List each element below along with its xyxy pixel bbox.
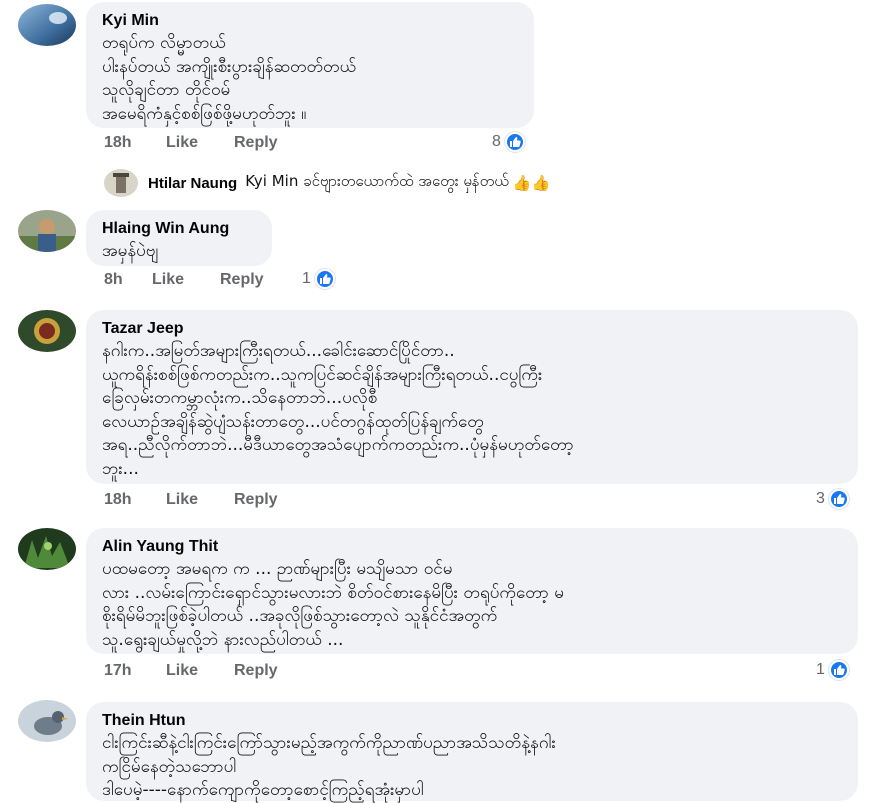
reaction-count[interactable]: 8 <box>492 132 525 152</box>
avatar[interactable] <box>18 210 76 252</box>
like-icon <box>504 132 525 152</box>
comment-author[interactable]: Kyi Min <box>102 10 518 32</box>
comment-author[interactable]: Hlaing Win Aung <box>102 218 256 240</box>
reaction-number: 1 <box>816 661 825 678</box>
comment-author[interactable]: Tazar Jeep <box>102 318 842 340</box>
like-icon <box>828 660 849 680</box>
comment-bubble: Thein Htun ငါးကြင်းဆီနဲ့ငါးကြင်းကြော်သွာ… <box>86 702 858 801</box>
like-button[interactable]: Like <box>166 134 198 152</box>
reaction-count[interactable]: 3 <box>816 489 849 509</box>
avatar[interactable] <box>104 169 138 197</box>
avatar[interactable] <box>18 528 76 570</box>
reply-author[interactable]: Htilar Naung <box>148 175 237 192</box>
comment-bubble: Tazar Jeep နဂါးက..အမြတ်အများကြီးရတယ်...ခ… <box>86 310 858 484</box>
reaction-count[interactable]: 1 <box>302 269 335 289</box>
comment-time[interactable]: 18h <box>104 491 132 509</box>
reaction-number: 3 <box>816 490 825 507</box>
comment-bubble: Kyi Min တရုပ်က လိမ္မာတယ် ပါးနပ်တယ် အကျို… <box>86 2 534 128</box>
reply-text: Kyi Min ခင်ဗျားတယောက်ထဲ အတွေး မှန်တယ် <box>245 172 509 190</box>
comment-time[interactable]: 8h <box>104 271 123 289</box>
reaction-number: 8 <box>492 133 501 150</box>
comment-bubble: Alin Yaung Thit ပထမတော့ အမရက က ... ဉာဏ်မ… <box>86 528 858 654</box>
comment-author[interactable]: Alin Yaung Thit <box>102 536 842 558</box>
like-button[interactable]: Like <box>166 491 198 509</box>
comment-author[interactable]: Thein Htun <box>102 710 842 732</box>
reply-comment: Htilar Naung Kyi Min ခင်ဗျားတယောက်ထဲ အတွ… <box>104 168 550 198</box>
reply-button[interactable]: Reply <box>234 134 278 152</box>
comment-text: ပထမတော့ အမရက က ... ဉာဏ်များပြီး မသျိမသာ … <box>102 559 564 650</box>
like-button[interactable]: Like <box>152 271 184 289</box>
reply-button[interactable]: Reply <box>220 271 264 289</box>
avatar[interactable] <box>18 4 76 46</box>
reply-button[interactable]: Reply <box>234 662 278 680</box>
like-icon <box>828 489 849 509</box>
comment-text: နဂါးက..အမြတ်အများကြီးရတယ်...ခေါင်းဆောင်ပ… <box>102 341 574 479</box>
like-button[interactable]: Like <box>166 662 198 680</box>
like-icon <box>314 269 335 289</box>
comment-time[interactable]: 18h <box>104 134 132 152</box>
avatar[interactable] <box>18 310 76 352</box>
reaction-count[interactable]: 1 <box>816 660 849 680</box>
comment-text: ငါးကြင်းဆီနဲ့ငါးကြင်းကြော်သွားမည့်အကွက်က… <box>102 733 556 800</box>
reply-button[interactable]: Reply <box>234 491 278 509</box>
comment-bubble: Hlaing Win Aung အမှန်ပဲဗျ <box>86 210 272 266</box>
comment-text: တရုပ်က လိမ္မာတယ် ပါးနပ်တယ် အကျိုးစီးပွား… <box>102 33 357 124</box>
comment-time[interactable]: 17h <box>104 662 132 680</box>
reaction-number: 1 <box>302 270 311 287</box>
avatar[interactable] <box>18 700 76 742</box>
thumbs-up-emoji: 👍👍 <box>512 174 551 192</box>
comment-text: အမှန်ပဲဗျ <box>102 241 159 261</box>
